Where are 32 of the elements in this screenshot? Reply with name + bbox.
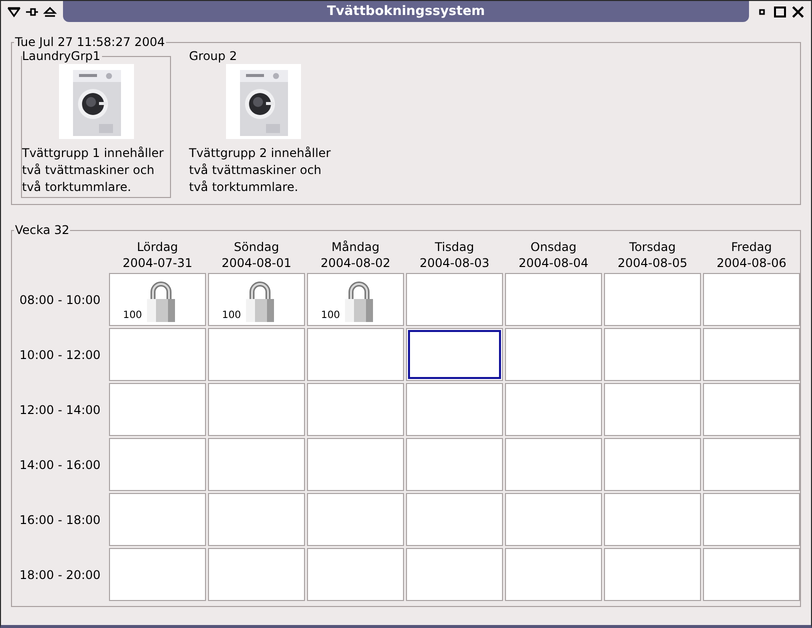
time-label: 08:00 - 10:00: [18, 292, 102, 308]
group-title: Tue Jul 27 11:58:27 2004: [14, 35, 166, 50]
slot-count: 100: [320, 311, 340, 323]
booked-slot[interactable]: 100: [307, 273, 404, 326]
time-label: 14:00 - 16:00: [18, 456, 102, 474]
day-header: Fredag 2004-08-06: [716, 239, 788, 271]
time-label: 10:00 - 12:00: [18, 346, 102, 364]
group-name[interactable]: LaundryGrp1: [22, 49, 102, 63]
shade-icon[interactable]: [43, 6, 57, 18]
day-header: Måndag 2004-08-02: [320, 239, 392, 271]
group-description: Tvättgrupp 1 innehåller två tvättmaskiner och två torktummlare.: [21, 145, 165, 196]
time-slot[interactable]: [406, 328, 503, 381]
slot-count: 100: [222, 311, 242, 323]
slot-count: 100: [122, 311, 142, 323]
group-description: Tvättgrupp 2 innehåller två tvättmaskiner och två torktummlare.: [188, 145, 332, 196]
maximize-icon[interactable]: [773, 6, 787, 18]
day-header: Onsdag 2004-08-04: [518, 239, 590, 271]
booked-slot[interactable]: 100: [109, 273, 206, 326]
time-label: 18:00 - 20:00: [18, 566, 102, 584]
day-header: Tisdag 2004-08-03: [418, 239, 490, 271]
booked-slot[interactable]: 100: [208, 273, 305, 326]
day-header: Söndag 2004-08-01: [220, 239, 292, 271]
close-icon[interactable]: [791, 6, 805, 18]
time-label: 12:00 - 14:00: [18, 402, 102, 418]
window-title: Tvättbokningssystem: [63, 1, 749, 22]
day-header: Torsdag 2004-08-05: [616, 239, 688, 271]
group-name[interactable]: Group 2: [189, 49, 239, 63]
group-card[interactable]: Group 2 Tvättgrupp 2 innehåller två tvättmaskiner och två torktummlare.: [188, 49, 338, 198]
day-header: Lördag 2004-07-31: [122, 239, 194, 271]
time-label: 16:00 - 18:00: [18, 512, 102, 528]
pin-icon[interactable]: [25, 6, 39, 18]
menu-icon[interactable]: [7, 6, 21, 18]
